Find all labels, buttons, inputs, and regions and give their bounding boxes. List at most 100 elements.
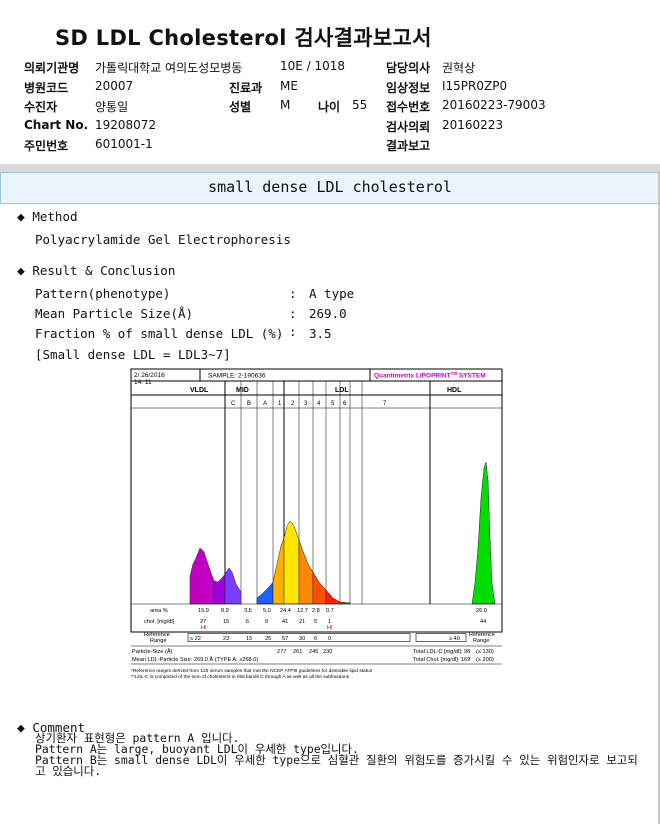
chol-label: chol. [mg/dl]: [144, 619, 175, 625]
result-row-value: 3.5: [309, 326, 332, 341]
chol-value: 15: [223, 619, 229, 625]
comment-line: Pattern B는 small dense LDL이 우세한 type으로 심…: [35, 753, 638, 767]
ward-value: 10E / 1018: [280, 59, 346, 73]
result-row-colon: :: [289, 306, 297, 321]
diamond-bullet-icon: ◆: [17, 210, 25, 225]
chart-sample: SAMPLE: 2-190636: [208, 373, 266, 380]
peak-ldl-2: [283, 520, 300, 605]
institution-label: 의뢰기관명: [24, 61, 80, 75]
sex-value: M: [280, 98, 291, 112]
result-note: [Small dense LDL = LDL3~7]: [35, 347, 231, 362]
doctor-value: 권혁상: [442, 61, 476, 75]
lipoprint-report: 2/ 26/2016 14: 11 SAMPLE: 2-190636 Quant…: [130, 368, 504, 688]
chol-value: 5: [314, 619, 317, 625]
chart-footnote-1: *Reference ranges derived from 125 serum…: [131, 668, 373, 674]
zone-vldl: VLDL: [190, 387, 209, 394]
total-chol: Total Chol. [mg/dl]: 169: [413, 657, 470, 663]
total-chol-ref: (≤ 200): [476, 657, 494, 663]
institution-value: 가톨릭대학교 여의도성모병동: [95, 61, 243, 75]
chol-value: 21: [299, 619, 305, 625]
result-heading: ◆ Result & Conclusion: [17, 263, 175, 279]
patient-label: 수진자: [24, 100, 58, 114]
total-ldl-ref: (≤ 130): [476, 649, 494, 655]
result-row-colon: :: [289, 324, 297, 339]
comment-line: 고 있습니다.: [35, 764, 102, 778]
ref-value: 23: [223, 636, 229, 642]
chol-value: 9: [265, 619, 268, 625]
area-value: 24.4: [280, 608, 291, 614]
clinical-value: I15PR0ZP0: [442, 79, 508, 93]
comment-body: 상기환자 표현형은 pattern A 입니다. Pattern A는 larg…: [35, 732, 655, 778]
sex-label: 성별: [229, 100, 252, 114]
size-value: 277: [277, 649, 286, 655]
ref-value: 6: [314, 636, 317, 642]
result-row-colon: :: [289, 286, 297, 301]
method-heading: ◆ Method: [17, 209, 78, 225]
header-separator: [0, 164, 660, 172]
chol-value: 6: [246, 619, 249, 625]
rrn-label: 주민번호: [24, 139, 69, 153]
area-value: 5.0: [263, 608, 271, 614]
chart-no-label: Chart No.: [24, 118, 89, 132]
ref-value: 0: [328, 636, 331, 642]
area-value: 3.5: [244, 608, 252, 614]
zone-ldl: LDL: [335, 387, 349, 394]
hospital-code-value: 20007: [95, 79, 134, 93]
hi-flag: HI: [327, 625, 333, 631]
size-value: 230: [323, 649, 332, 655]
area-value: 2.8: [312, 608, 320, 614]
area-label: area %: [150, 608, 168, 614]
age-value: 55: [352, 98, 368, 112]
dept-label: 진료과: [229, 81, 263, 95]
ref-label: Range: [150, 638, 166, 644]
area-value: 8.9: [221, 608, 229, 614]
zone-mid: MID: [236, 387, 249, 394]
request-label: 검사의뢰: [386, 120, 431, 134]
receipt-label: 접수번호: [386, 100, 431, 114]
ref-value: 15: [246, 636, 252, 642]
ref-value: 57: [282, 636, 288, 642]
result-row-label: Pattern(phenotype): [35, 286, 171, 301]
ref-value: 25: [265, 636, 271, 642]
result-row-value: 269.0: [309, 306, 347, 321]
hospital-code-label: 병원코드: [24, 81, 69, 95]
receipt-value: 20160223-79003: [442, 98, 546, 112]
chart-date: 2/ 26/2016: [134, 372, 165, 379]
ref-label-right: Range: [473, 638, 489, 644]
clinical-label: 임상정보: [386, 81, 431, 95]
area-hdl-value: 26.0: [476, 608, 487, 614]
report-label: 결과보고: [386, 139, 431, 153]
chart-footnote-2: **LDL-C is comprised of the sum of chole…: [131, 674, 350, 680]
doctor-label: 담당의사: [386, 61, 431, 75]
ref-value: ≤ 22: [190, 636, 201, 642]
size-value: 245: [309, 649, 318, 655]
diamond-bullet-icon: ◆: [17, 721, 25, 736]
result-row-label: Mean Particle Size(Å): [35, 306, 194, 321]
patient-value: 양통일: [95, 100, 129, 114]
diamond-bullet-icon: ◆: [17, 264, 25, 279]
request-value: 20160223: [442, 118, 504, 132]
section-title: small dense LDL cholesterol: [208, 178, 452, 196]
band-label: B: [247, 401, 251, 407]
band-label: C: [231, 401, 236, 407]
band-label: A: [263, 401, 267, 407]
report-title: SD LDL Cholesterol 검사결과보고서: [55, 26, 432, 50]
method-value: Polyacrylamide Gel Electrophoresis: [35, 232, 291, 247]
chol-hdl-value: 44: [480, 619, 486, 625]
chart-time: 14: 11: [134, 379, 152, 386]
total-ldl: Total LDL-C [mg/dl]: 98: [413, 649, 470, 655]
result-label: Result & Conclusion: [32, 263, 176, 278]
area-value: 0.7: [326, 608, 334, 614]
chart-no-value: 19208072: [95, 118, 157, 132]
result-row-label: Fraction % of small dense LDL (%): [35, 326, 284, 341]
chart-brand: Quantimetrix LIPOPRINTTM SYSTEM: [374, 371, 486, 380]
mean-size: Mean LDL-Particle Size: 269.0 Å (TYPE A;…: [132, 656, 258, 663]
area-value: 12.7: [297, 608, 308, 614]
size-value: 261: [293, 649, 302, 655]
rrn-value: 601001-1: [95, 137, 153, 151]
chol-value: 41: [282, 619, 288, 625]
zone-hdl: HDL: [447, 387, 462, 394]
area-value: 15.9: [198, 608, 209, 614]
dept-value: ME: [280, 79, 298, 93]
hi-flag: HI: [201, 625, 207, 631]
